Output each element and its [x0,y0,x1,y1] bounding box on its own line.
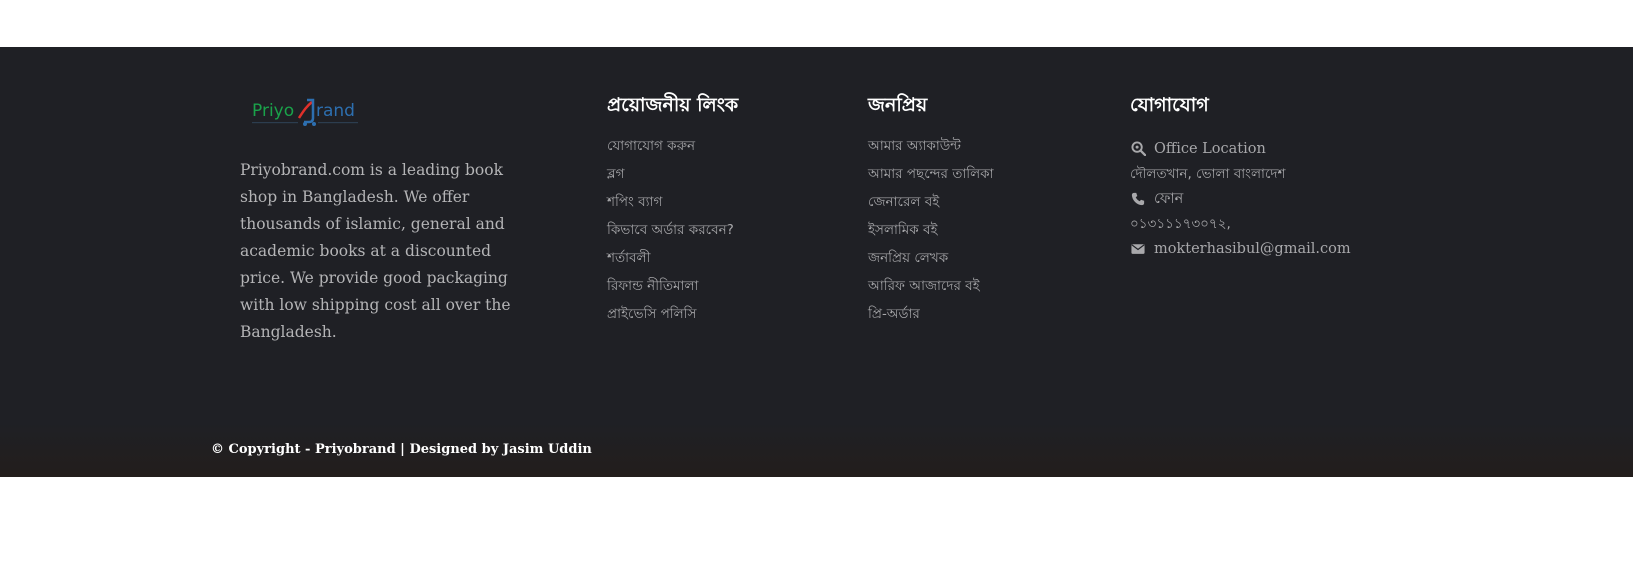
footer-link-blog[interactable]: ব্লগ [607,164,738,192]
phone-icon [1130,191,1146,207]
footer-link-contact[interactable]: যোগাযোগ করুন [607,136,738,164]
office-location-label: Office Location [1154,140,1266,157]
envelope-icon [1130,241,1146,257]
popular-column: জনপ্রিয় আমার অ্যাকাউন্ট আমার পছন্দের তা… [868,92,994,332]
footer-link-wishlist[interactable]: আমার পছন্দের তালিকা [868,164,994,192]
contact-heading: যোগাযোগ [1130,94,1209,116]
footer-link-popular-authors[interactable]: জনপ্রিয় লেখক [868,248,994,276]
popular-heading: জনপ্রিয় [868,94,928,116]
phone-number-row: ০১৩১১১৭৩০৭২, [1130,211,1351,236]
phone-label-row: ফোন [1130,186,1351,211]
footer-link-arif-azad-books[interactable]: আরিফ আজাদের বই [868,276,994,304]
svg-text:Priyo: Priyo [252,101,294,121]
footer-link-refund-policy[interactable]: রিফান্ড নীতিমালা [607,276,738,304]
office-location-row: Office Location [1130,136,1351,161]
contact-column: যোগাযোগ Office Location দৌলতখান, ভোলা বা… [1130,92,1351,261]
address-row: দৌলতখান, ভোলা বাংলাদেশ [1130,161,1351,186]
email-row: mokterhasibul@gmail.com [1130,236,1351,261]
phone-number[interactable]: ০১৩১১১৭৩০৭২, [1130,214,1231,234]
search-location-icon [1130,141,1146,157]
about-text: Priyobrand.com is a leading book shop in… [240,161,511,341]
useful-links-column: প্রয়োজনীয় লিংক যোগাযোগ করুন ব্লগ শপিং … [607,92,738,332]
footer-link-my-account[interactable]: আমার অ্যাকাউন্ট [868,136,994,164]
footer-link-pre-order[interactable]: প্রি-অর্ডার [868,304,994,332]
logo-text-rand: rand [316,101,355,121]
svg-text:rand: rand [316,101,355,121]
footer-link-islamic-books[interactable]: ইসলামিক বই [868,220,994,248]
footer-link-shopping-bag[interactable]: শপিং ব্যাগ [607,192,738,220]
email-address[interactable]: mokterhasibul@gmail.com [1154,239,1351,259]
office-address: দৌলতখান, ভোলা বাংলাদেশ [1130,165,1286,182]
footer-link-privacy-policy[interactable]: প্রাইভেসি পলিসি [607,304,738,332]
useful-links-heading: প্রয়োজনীয় লিংক [607,94,739,116]
brand-logo[interactable]: Priyo rand [252,96,362,128]
footer-link-general-books[interactable]: জেনারেল বই [868,192,994,220]
footer-link-terms[interactable]: শর্তাবলী [607,248,738,276]
copyright-text: © Copyright - Priyobrand | Designed by J… [211,442,592,457]
phone-label: ফোন [1154,190,1184,207]
logo-text-priyo: Priyo [252,101,294,121]
footer-link-how-to-order[interactable]: কিভাবে অর্ডার করবেন? [607,220,738,248]
